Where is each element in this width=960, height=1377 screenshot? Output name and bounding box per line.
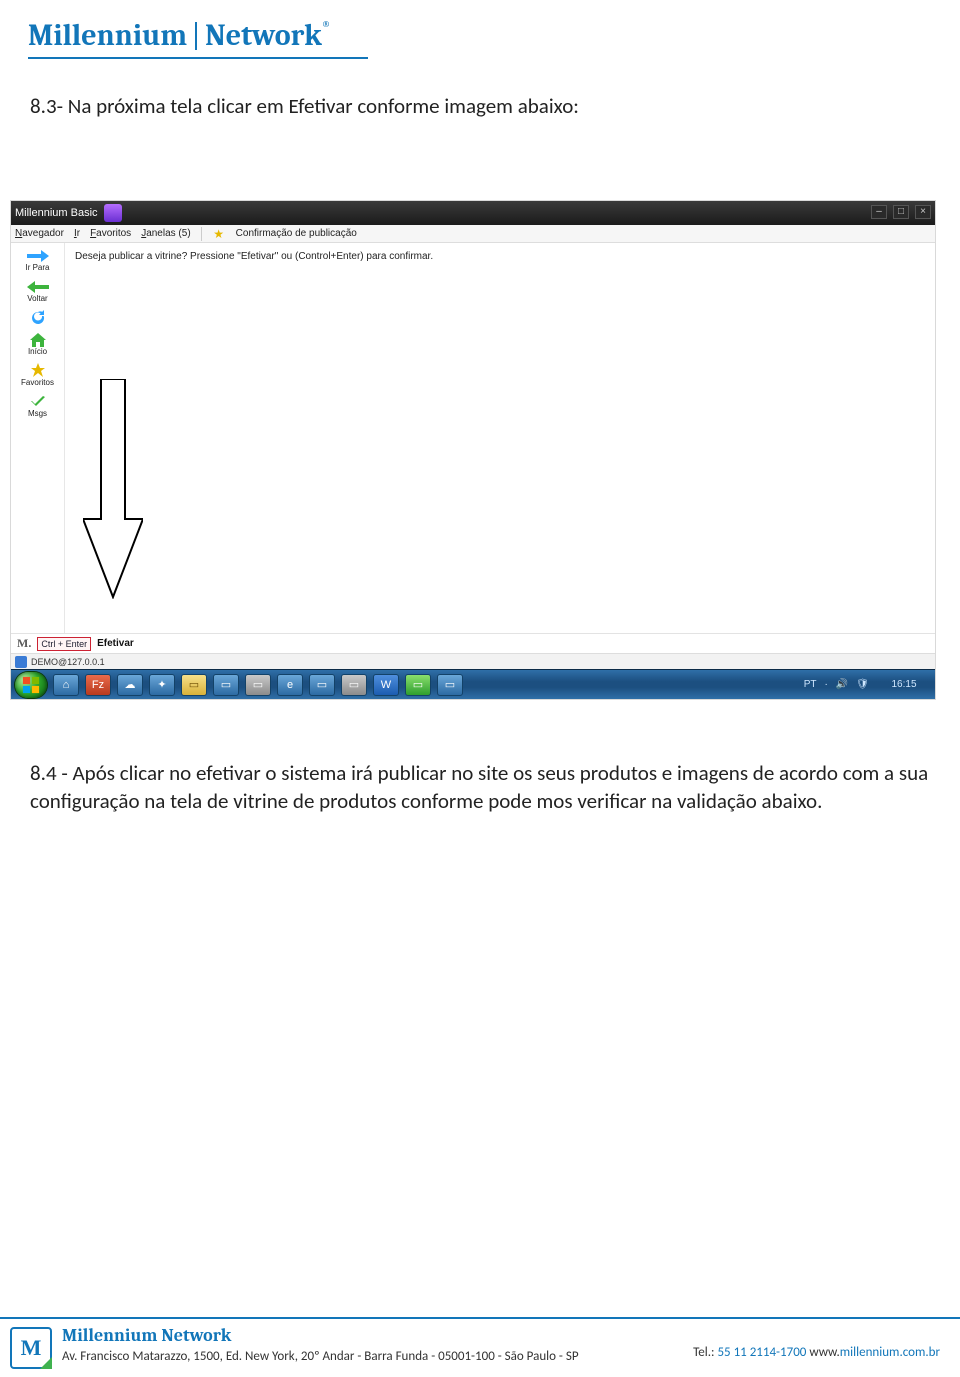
page-footer: M Millennium Network Av. Francisco Matar… xyxy=(0,1317,960,1377)
reg-mark: ® xyxy=(322,18,331,30)
tray-sep: · xyxy=(825,679,828,690)
toolbar-irpara[interactable]: Ir Para xyxy=(14,247,62,276)
task-icon-5[interactable]: ▭ xyxy=(181,674,207,696)
toolbar-refresh[interactable] xyxy=(14,309,62,329)
toolbar-inicio[interactable]: Início xyxy=(14,331,62,360)
window-controls: – □ × xyxy=(871,205,931,219)
left-toolbar: Ir Para Voltar xyxy=(11,243,65,643)
brand-underline xyxy=(28,57,368,59)
footer-company: Millennium Network xyxy=(62,1327,579,1345)
footer-site-prefix: www. xyxy=(806,1345,839,1360)
tray-icon[interactable]: 🔊 xyxy=(836,679,848,690)
toolbar-label: Voltar xyxy=(27,294,47,303)
section-8-4-text: 8.4 - Após clicar no efetivar o sistema … xyxy=(30,760,930,815)
minimize-button[interactable]: – xyxy=(871,205,887,219)
efetivar-accel: Ctrl + Enter xyxy=(37,637,91,651)
shot-bottom: M. Ctrl + Enter Efetivar DEMO@127.0.0.1 xyxy=(11,633,935,699)
toolbar-label: Favoritos xyxy=(21,378,54,387)
star-icon xyxy=(27,364,49,378)
footer-right: Tel.: 55 11 2114-1700 www.millennium.com… xyxy=(693,1327,940,1360)
toolbar-label: Ir Para xyxy=(25,263,49,272)
toolbar-voltar[interactable]: Voltar xyxy=(14,278,62,307)
main-content: Deseja publicar a vitrine? Pressione "Ef… xyxy=(65,243,935,643)
brand-header: Millennium Network® xyxy=(28,18,932,53)
tray-lang[interactable]: PT xyxy=(804,679,817,690)
task-icon-13[interactable]: ▭ xyxy=(437,674,463,696)
shortcut-bar: M. Ctrl + Enter Efetivar xyxy=(11,633,935,653)
footer-text: Millennium Network Av. Francisco Mataraz… xyxy=(62,1327,579,1364)
toolbar-label: Início xyxy=(28,347,47,356)
task-icon-7[interactable]: ▭ xyxy=(245,674,271,696)
task-icon-9[interactable]: ▭ xyxy=(309,674,335,696)
app-screenshot: Millennium Basic – □ × Navegador Ir Favo… xyxy=(10,200,936,700)
footer-site: millennium.com.br xyxy=(840,1345,940,1360)
task-icon-4[interactable]: ✦ xyxy=(149,674,175,696)
menubar: Navegador Ir Favoritos Janelas (5) ★ Con… xyxy=(11,225,935,243)
toolbar-label: Msgs xyxy=(28,409,47,418)
confirm-message: Deseja publicar a vitrine? Pressione "Ef… xyxy=(75,251,433,262)
star-icon[interactable]: ★ xyxy=(212,227,226,241)
home-icon xyxy=(27,333,49,347)
app-icon xyxy=(104,204,122,222)
arrow-left-icon xyxy=(27,280,49,294)
app-title: Millennium Basic xyxy=(15,207,98,219)
statusbar: DEMO@127.0.0.1 xyxy=(11,653,935,669)
app-body: Ir Para Voltar xyxy=(11,243,935,643)
menu-navegador[interactable]: Navegador xyxy=(15,228,64,239)
menu-divider xyxy=(201,227,202,241)
system-tray: PT · 🔊 🛡 16:15 xyxy=(804,670,931,699)
arrow-right-icon xyxy=(27,249,49,263)
maximize-button[interactable]: □ xyxy=(893,205,909,219)
brand-separator xyxy=(195,22,197,50)
globe-icon xyxy=(15,656,27,668)
breadcrumb-tab[interactable]: Confirmação de publicação xyxy=(236,228,357,239)
brand-sub: Network® xyxy=(205,18,330,53)
footer-logo-tri xyxy=(40,1357,52,1369)
task-icon-1[interactable]: ⌂ xyxy=(53,674,79,696)
task-icon-6[interactable]: ▭ xyxy=(213,674,239,696)
footer-logo: M xyxy=(10,1327,52,1369)
footer-tel: 55 11 2114-1700 xyxy=(717,1345,806,1360)
app-title-text: Millennium Basic xyxy=(15,207,98,219)
menu-janelas[interactable]: Janelas (5) xyxy=(141,228,190,239)
brand-main: Millennium xyxy=(28,18,187,53)
footer-address: Av. Francisco Matarazzo, 1500, Ed. New Y… xyxy=(62,1349,579,1364)
task-icon-8[interactable]: e xyxy=(277,674,303,696)
close-button[interactable]: × xyxy=(915,205,931,219)
task-icon-11[interactable]: W xyxy=(373,674,399,696)
refresh-icon xyxy=(27,311,49,325)
windows-taskbar: ⌂ Fz ☁ ✦ ▭ ▭ ▭ e ▭ ▭ W ▭ ▭ PT · 🔊 🛡 16:1… xyxy=(11,669,935,699)
app-mini-logo: M. xyxy=(17,636,31,651)
tray-clock[interactable]: 16:15 xyxy=(877,679,931,690)
section-8-3-text: 8.3- Na próxima tela clicar em Efetivar … xyxy=(30,93,930,120)
toolbar-msgs[interactable]: Msgs xyxy=(14,393,62,422)
menu-favoritos[interactable]: Favoritos xyxy=(90,228,131,239)
annotation-down-arrow xyxy=(83,379,143,599)
efetivar-button[interactable]: Efetivar xyxy=(97,638,134,649)
task-icon-3[interactable]: ☁ xyxy=(117,674,143,696)
window-titlebar: Millennium Basic – □ × xyxy=(11,201,935,225)
tray-icon[interactable]: 🛡 xyxy=(856,679,869,690)
task-icon-2[interactable]: Fz xyxy=(85,674,111,696)
footer-tel-prefix: Tel.: xyxy=(693,1345,717,1360)
check-icon xyxy=(27,395,49,409)
start-button[interactable] xyxy=(15,672,47,698)
toolbar-favoritos[interactable]: Favoritos xyxy=(14,362,62,391)
status-text: DEMO@127.0.0.1 xyxy=(31,657,105,667)
menu-ir[interactable]: Ir xyxy=(74,228,80,239)
brand-sub-text: Network xyxy=(205,18,322,53)
task-icon-12[interactable]: ▭ xyxy=(405,674,431,696)
task-icon-10[interactable]: ▭ xyxy=(341,674,367,696)
